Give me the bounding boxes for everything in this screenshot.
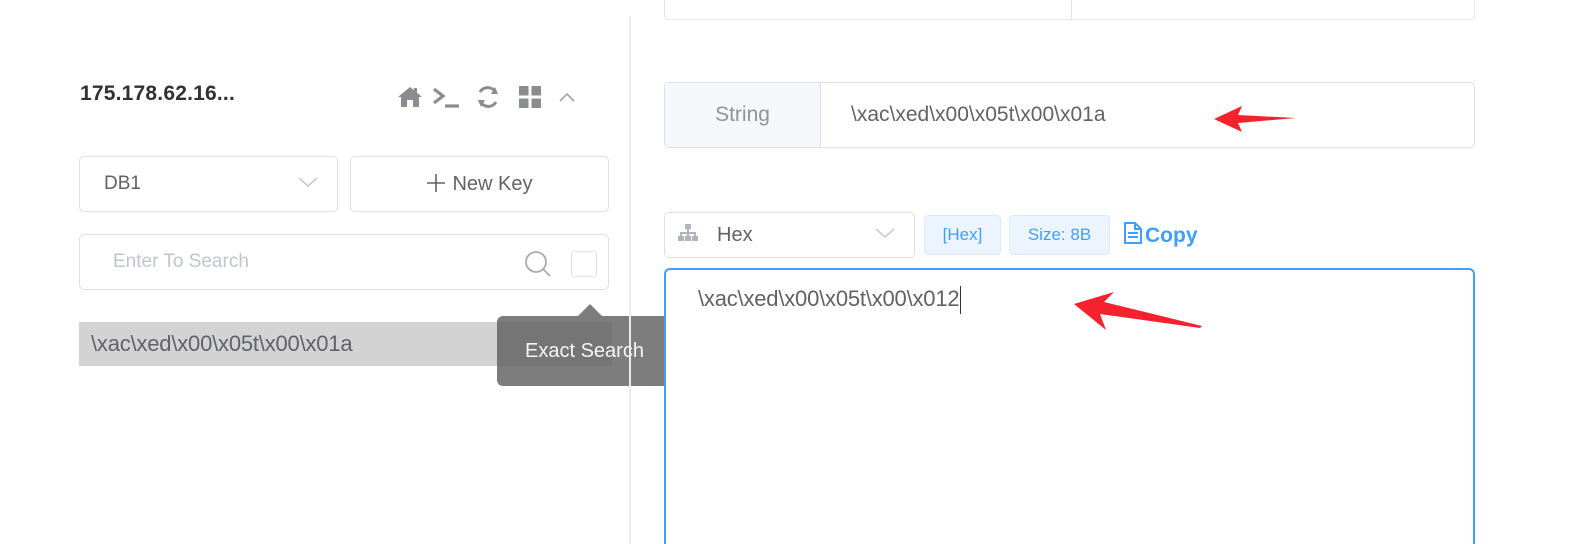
key-name-input[interactable] <box>821 83 1474 147</box>
copy-button[interactable]: Copy <box>1123 220 1198 252</box>
key-type-label: String <box>665 83 821 147</box>
annotation-arrow-value <box>1074 292 1202 330</box>
database-select-value: DB1 <box>104 173 141 194</box>
top-input-group-separator <box>1071 0 1072 19</box>
new-key-button[interactable]: New Key <box>350 156 609 212</box>
text-cursor <box>960 286 962 315</box>
server-toolbar <box>395 80 579 114</box>
exact-search-checkbox[interactable] <box>571 251 597 277</box>
tooltip-arrow <box>578 304 602 316</box>
value-text: \xac\xed\x00\x05t\x00\x012 <box>698 286 960 311</box>
key-list-item-name: \xac\xed\x00\x05t\x00\x01a <box>91 331 353 356</box>
document-icon <box>1123 221 1143 251</box>
key-search-box <box>79 234 609 290</box>
key-name-group: String <box>664 82 1475 148</box>
size-tag: Size: 8B <box>1009 215 1110 255</box>
search-icon[interactable] <box>523 249 553 284</box>
database-select[interactable]: DB1 <box>79 156 338 212</box>
exact-search-tooltip: Exact Search <box>497 316 672 386</box>
chevron-down-icon <box>874 226 896 245</box>
tooltip-text: Exact Search <box>525 339 644 362</box>
top-input-group <box>664 0 1475 20</box>
panel-divider[interactable] <box>629 16 631 544</box>
terminal-icon[interactable] <box>429 84 465 110</box>
format-select[interactable]: Hex <box>664 212 915 258</box>
home-icon[interactable] <box>395 85 425 109</box>
annotation-arrow-key-name <box>1214 106 1296 132</box>
collapse-chevron-icon[interactable] <box>555 90 579 104</box>
sitemap-icon <box>677 223 699 248</box>
refresh-icon[interactable] <box>473 84 503 110</box>
plus-icon <box>426 171 446 197</box>
copy-label: Copy <box>1145 224 1198 247</box>
format-tag: [Hex] <box>924 215 1001 255</box>
new-key-label: New Key <box>452 172 533 195</box>
chevron-down-icon <box>297 175 319 194</box>
grid-icon[interactable] <box>515 84 545 110</box>
server-title: 175.178.62.16... <box>80 82 235 105</box>
format-select-value: Hex <box>717 223 753 246</box>
key-search-input[interactable] <box>81 236 511 288</box>
